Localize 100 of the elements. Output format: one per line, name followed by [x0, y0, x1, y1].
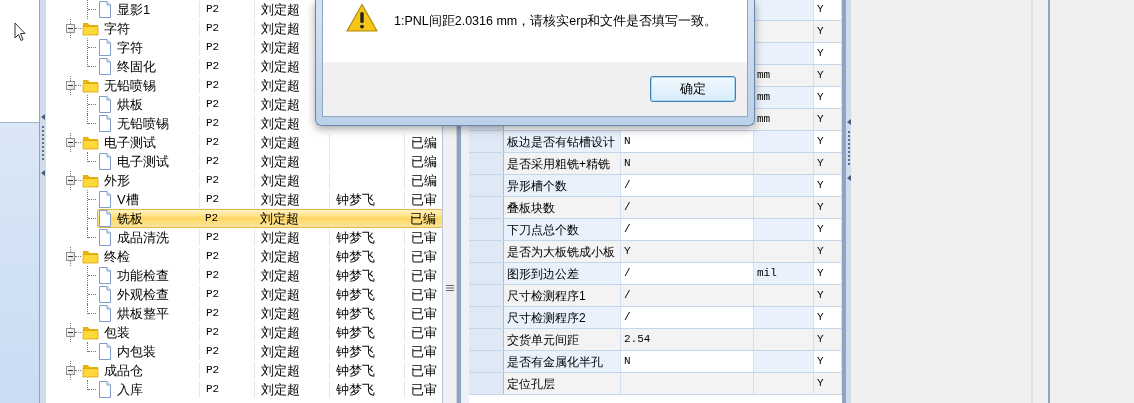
version-cell: P2 — [199, 115, 254, 132]
property-value: / — [621, 285, 754, 306]
property-name: 定位孔层 — [504, 373, 621, 394]
tree-row[interactable]: 电子测试 P2 刘定超 已编 — [81, 133, 442, 152]
version-cell: P2 — [199, 248, 254, 265]
tree-label: 成品清洗 — [117, 228, 170, 247]
author-cell: 刘定超 — [254, 267, 329, 284]
author-cell: 刘定超 — [254, 343, 329, 360]
tree-row[interactable]: 内包装 P2 刘定超 钟梦飞 已审 — [97, 342, 442, 361]
author-cell: 刘定超 — [254, 229, 329, 246]
tree-label: 铣板 — [117, 209, 144, 228]
tree-label: 烘板 — [117, 95, 144, 114]
property-name: 叠板块数 — [504, 197, 621, 218]
flag-cell: Y — [814, 351, 842, 372]
tree-label: 无铅喷锡 — [117, 114, 170, 133]
flag-cell: Y — [814, 131, 842, 152]
property-value: / — [621, 263, 754, 284]
flag-cell: Y — [814, 175, 842, 196]
version-cell: P2 — [199, 96, 254, 113]
tree-label: 外形 — [104, 171, 131, 190]
property-name: 尺寸检测程序1 — [504, 285, 621, 306]
author-cell: 刘定超 — [254, 134, 329, 151]
tree-row[interactable]: 烘板整平 P2 刘定超 钟梦飞 已审 — [97, 304, 442, 323]
status-cell: 已审 — [404, 305, 442, 322]
author-cell: 刘定超 — [254, 153, 329, 170]
status-cell: 已编 — [404, 134, 442, 151]
reviewer-cell: 钟梦飞 — [329, 191, 404, 208]
version-cell: P2 — [199, 381, 254, 398]
status-cell: 已审 — [404, 286, 442, 303]
tree-row[interactable]: 电子测试 P2 刘定超 已编 — [97, 152, 442, 171]
tree-row[interactable]: 成品清洗 P2 刘定超 钟梦飞 已审 — [97, 228, 442, 247]
tree-row[interactable]: 外形 P2 刘定超 已编 — [81, 171, 442, 190]
version-cell: P2 — [199, 134, 254, 151]
version-cell: P2 — [199, 39, 254, 56]
author-cell: 刘定超 — [254, 362, 329, 379]
property-name: 是否采用粗铣+精铣 — [504, 153, 621, 174]
tree-row[interactable]: 功能检查 P2 刘定超 钟梦飞 已审 — [97, 266, 442, 285]
tree-label: 成品仓 — [104, 361, 144, 380]
version-cell: P2 — [199, 286, 254, 303]
version-cell: P2 — [199, 153, 254, 170]
flag-cell: Y — [814, 87, 842, 108]
unit-cell: mm — [754, 65, 814, 86]
status-cell: 已审 — [404, 248, 442, 265]
author-cell: 刘定超 — [254, 286, 329, 303]
flag-cell: Y — [814, 263, 842, 284]
tree-row[interactable]: 铣板 P2 刘定超 已编 — [97, 209, 442, 228]
status-cell: 已审 — [404, 343, 442, 360]
reviewer-cell: 钟梦飞 — [329, 267, 404, 284]
tree-row[interactable]: 成品仓 P2 刘定超 钟梦飞 已审 — [81, 361, 442, 380]
ok-button[interactable]: 确定 — [650, 76, 736, 102]
tree-row[interactable]: 入库 P2 刘定超 钟梦飞 已审 — [97, 380, 442, 399]
flag-cell: Y — [814, 21, 842, 42]
flag-cell: Y — [814, 219, 842, 240]
tree-row[interactable]: V槽 P2 刘定超 钟梦飞 已审 — [97, 190, 442, 209]
flag-cell: Y — [814, 65, 842, 86]
version-cell: P2 — [199, 172, 254, 189]
reviewer-cell: 钟梦飞 — [329, 381, 404, 398]
tree-label: 无铅喷锡 — [104, 76, 157, 95]
reviewer-cell: 钟梦飞 — [329, 286, 404, 303]
author-cell: 刘定超 — [254, 191, 329, 208]
reviewer-cell: 钟梦飞 — [329, 343, 404, 360]
author-cell: 刘定超 — [254, 324, 329, 341]
flag-cell: Y — [814, 329, 842, 350]
property-name: 交货单元间距 — [504, 329, 621, 350]
version-cell: P2 — [199, 229, 254, 246]
tree-label: 外观检查 — [117, 285, 170, 304]
unit-cell: mm — [754, 87, 814, 108]
version-cell: P2 — [199, 20, 254, 37]
version-cell: P2 — [199, 362, 254, 379]
status-cell: 已审 — [404, 362, 442, 379]
tree-label: 包装 — [104, 323, 131, 342]
tree-label: 功能检查 — [117, 266, 170, 285]
property-value: N — [621, 131, 754, 152]
flag-cell: Y — [814, 241, 842, 262]
version-cell: P2 — [199, 305, 254, 322]
flag-cell: Y — [814, 153, 842, 174]
version-cell: P2 — [199, 58, 254, 75]
author-cell: 刘定超 — [254, 248, 329, 265]
property-name: 是否为大板铣成小板 — [504, 241, 621, 262]
property-name: 图形到边公差 — [504, 263, 621, 284]
property-value: N — [621, 153, 754, 174]
author-cell: 刘定超 — [254, 172, 329, 189]
status-cell: 已审 — [404, 267, 442, 284]
flag-cell: Y — [814, 0, 842, 20]
flag-cell: Y — [814, 285, 842, 306]
tree-label: 字符 — [117, 38, 144, 57]
tree-label: 字符 — [104, 19, 131, 38]
property-value: / — [621, 197, 754, 218]
tree-label: 入库 — [117, 380, 144, 399]
tree-row[interactable]: 终检 P2 刘定超 钟梦飞 已审 — [81, 247, 442, 266]
tree-row[interactable]: 外观检查 P2 刘定超 钟梦飞 已审 — [97, 285, 442, 304]
property-name: 尺寸检测程序2 — [504, 307, 621, 328]
flag-cell: Y — [814, 43, 842, 64]
flag-cell: Y — [814, 307, 842, 328]
property-value: 2.54 — [621, 329, 754, 350]
tree-label: 终固化 — [117, 57, 157, 76]
tree-label: V槽 — [117, 190, 140, 209]
version-cell-text: P2 — [204, 211, 220, 227]
reviewer-cell: 钟梦飞 — [329, 362, 404, 379]
tree-row[interactable]: 包装 P2 刘定超 钟梦飞 已审 — [81, 323, 442, 342]
